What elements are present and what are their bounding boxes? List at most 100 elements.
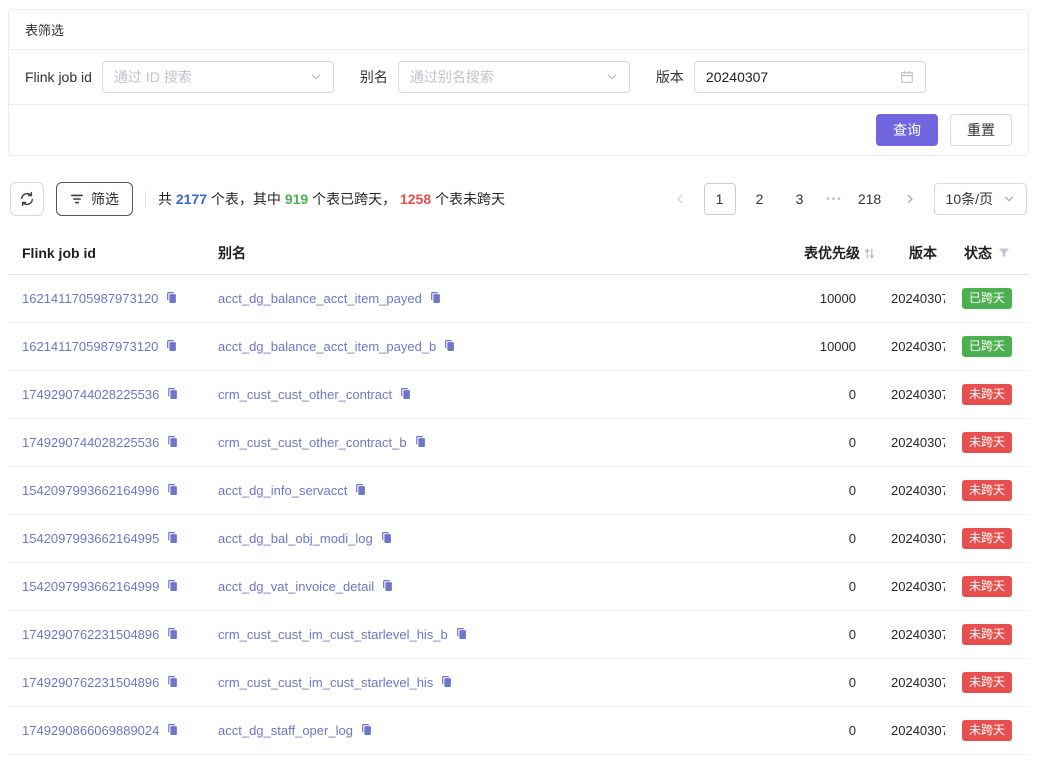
page-button-218[interactable]: 218 xyxy=(854,183,886,215)
version-field: 版本 20240307 xyxy=(656,61,926,93)
job-id-link[interactable]: 1749290744028225536 xyxy=(22,387,159,402)
table-row: 1749290744028225536 crm_cust_cust_other_c… xyxy=(8,371,1029,419)
funnel-icon[interactable] xyxy=(998,247,1010,259)
copy-icon[interactable] xyxy=(166,723,179,736)
priority-cell: 0 xyxy=(783,611,883,659)
status-badge: 未跨天 xyxy=(962,432,1012,453)
alias-link[interactable]: crm_cust_cust_other_contract_b xyxy=(218,435,407,450)
col-header-job-id: Flink job id xyxy=(8,232,218,275)
status-badge: 已跨天 xyxy=(962,288,1012,309)
copy-icon[interactable] xyxy=(166,435,179,448)
copy-icon[interactable] xyxy=(455,627,468,640)
job-id-link[interactable]: 1621411705987973120 xyxy=(22,339,158,354)
status-badge: 未跨天 xyxy=(962,480,1012,501)
filter-actions-row: 查询 重置 xyxy=(9,105,1028,155)
copy-icon[interactable] xyxy=(414,435,427,448)
table-row: 1749290762231504896 crm_cust_cust_im_cust… xyxy=(8,611,1029,659)
flink-job-id-label: Flink job id xyxy=(25,69,92,85)
reset-button[interactable]: 重置 xyxy=(950,114,1012,146)
alias-link[interactable]: acct_dg_info_servacct xyxy=(218,483,347,498)
version-cell: 20240307 xyxy=(883,611,945,659)
copy-icon[interactable] xyxy=(399,387,412,400)
toolbar: 筛选 共 2177 个表，其中 919 个表已跨天， 1258 个表未跨天 12… xyxy=(8,182,1029,216)
filter-toggle-button[interactable]: 筛选 xyxy=(56,182,133,216)
alias-link[interactable]: acct_dg_staff_oper_log xyxy=(218,723,353,738)
copy-icon[interactable] xyxy=(166,675,179,688)
version-value: 20240307 xyxy=(706,69,768,85)
alias-link[interactable]: acct_dg_vat_invoice_detail xyxy=(218,579,374,594)
alias-link[interactable]: crm_cust_cust_im_cust_starlevel_his xyxy=(218,675,433,690)
pagination-top: 123 ••• 218 10条/页 xyxy=(664,183,1027,215)
summary-total-count: 2177 xyxy=(176,191,207,207)
copy-icon[interactable] xyxy=(429,291,442,304)
alias-link[interactable]: acct_dg_bal_obj_modi_log xyxy=(218,531,373,546)
copy-icon[interactable] xyxy=(166,387,179,400)
alias-link[interactable]: crm_cust_cust_other_contract xyxy=(218,387,392,402)
version-date-input[interactable]: 20240307 xyxy=(694,61,926,93)
col-header-priority[interactable]: 表优先级 xyxy=(783,232,883,275)
job-id-link[interactable]: 1542097993662164995 xyxy=(22,531,159,546)
status-badge: 未跨天 xyxy=(962,384,1012,405)
alias-link[interactable]: acct_dg_balance_acct_item_payed xyxy=(218,291,422,306)
version-cell: 20240307 xyxy=(883,707,945,755)
version-cell: 20240307 xyxy=(883,659,945,707)
job-id-link[interactable]: 1542097993662164999 xyxy=(22,579,159,594)
version-cell: 20240307 xyxy=(883,371,945,419)
query-button[interactable]: 查询 xyxy=(876,114,938,146)
flink-job-id-select[interactable]: 通过 ID 搜索 xyxy=(102,61,334,93)
page-button-2[interactable]: 2 xyxy=(744,183,776,215)
calendar-icon xyxy=(900,70,914,84)
alias-link[interactable]: acct_dg_balance_acct_item_payed_b xyxy=(218,339,436,354)
copy-icon[interactable] xyxy=(380,531,393,544)
status-badge: 未跨天 xyxy=(962,720,1012,741)
copy-icon[interactable] xyxy=(360,723,373,736)
copy-icon[interactable] xyxy=(166,531,179,544)
alias-link[interactable]: crm_cust_cust_im_cust_starlevel_his_b xyxy=(218,627,448,642)
prev-page-button[interactable] xyxy=(664,183,696,215)
priority-cell: 0 xyxy=(783,707,883,755)
version-cell: 20240307 xyxy=(883,323,945,371)
job-id-link[interactable]: 1749290866069889024 xyxy=(22,723,159,738)
job-id-link[interactable]: 1542097993662164996 xyxy=(22,483,159,498)
status-badge: 未跨天 xyxy=(962,624,1012,645)
version-cell: 20240307 xyxy=(883,275,945,323)
summary-part: 共 xyxy=(158,191,176,207)
copy-icon[interactable] xyxy=(166,627,179,640)
version-cell: 20240307 xyxy=(883,467,945,515)
refresh-button[interactable] xyxy=(10,182,44,216)
page-size-select[interactable]: 10条/页 xyxy=(934,183,1027,215)
alias-select[interactable]: 通过别名搜索 xyxy=(398,61,630,93)
sort-icon[interactable] xyxy=(864,247,875,260)
summary-part: 个表已跨天， xyxy=(308,191,400,207)
table-header-row: Flink job id 别名 表优先级 版本 状态 xyxy=(8,232,1029,275)
pagination-ellipsis[interactable]: ••• xyxy=(824,183,846,215)
job-id-link[interactable]: 1749290762231504896 xyxy=(22,675,159,690)
copy-icon[interactable] xyxy=(443,339,456,352)
status-badge: 未跨天 xyxy=(962,672,1012,693)
copy-icon[interactable] xyxy=(165,339,178,352)
copy-icon[interactable] xyxy=(165,291,178,304)
summary-not-crossed-count: 1258 xyxy=(400,191,431,207)
col-header-priority-label: 表优先级 xyxy=(804,243,860,263)
copy-icon[interactable] xyxy=(440,675,453,688)
filter-toggle-label: 筛选 xyxy=(91,189,119,209)
alias-label: 别名 xyxy=(360,67,388,87)
job-id-link[interactable]: 1621411705987973120 xyxy=(22,291,158,306)
page-button-3[interactable]: 3 xyxy=(784,183,816,215)
col-header-alias: 别名 xyxy=(218,232,783,275)
copy-icon[interactable] xyxy=(166,483,179,496)
priority-cell: 0 xyxy=(783,563,883,611)
copy-icon[interactable] xyxy=(166,579,179,592)
alias-field: 别名 通过别名搜索 xyxy=(360,61,630,93)
filter-card-header: 表筛选 xyxy=(9,10,1028,50)
page-button-1[interactable]: 1 xyxy=(704,183,736,215)
job-id-link[interactable]: 1749290744028225536 xyxy=(22,435,159,450)
copy-icon[interactable] xyxy=(381,579,394,592)
page-size-value: 10条/页 xyxy=(946,189,993,209)
job-id-link[interactable]: 1749290762231504896 xyxy=(22,627,159,642)
version-label: 版本 xyxy=(656,67,684,87)
next-page-button[interactable] xyxy=(894,183,926,215)
table-row: 1542097993662164999 acct_dg_vat_invoice_d… xyxy=(8,563,1029,611)
table-row: 1749290744028225536 crm_cust_cust_other_c… xyxy=(8,419,1029,467)
copy-icon[interactable] xyxy=(354,483,367,496)
